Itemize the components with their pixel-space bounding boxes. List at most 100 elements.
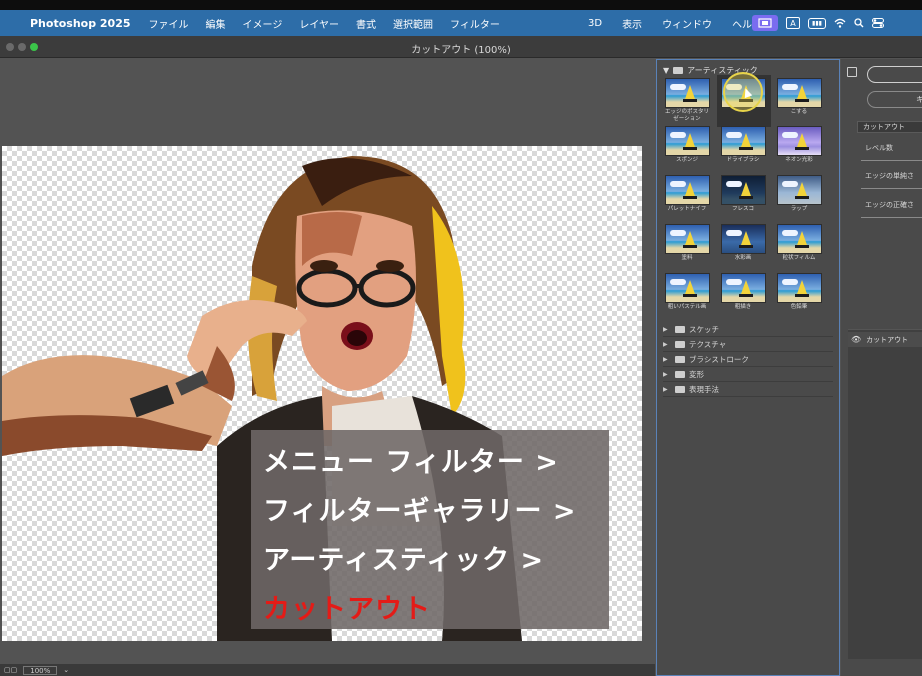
menu-select[interactable]: 選択範囲 xyxy=(393,16,433,31)
menu-type[interactable]: 書式 xyxy=(356,16,376,31)
filter-thumbnail-image[interactable] xyxy=(664,273,710,303)
thumb-hull xyxy=(682,245,697,248)
thumb-cloud xyxy=(725,132,742,138)
thumb-hull xyxy=(738,147,753,150)
thumb-sail xyxy=(796,182,807,196)
filter-thumbnail-image[interactable] xyxy=(720,273,766,303)
thumb-sail xyxy=(684,231,695,245)
filter-thumb-item[interactable]: パレットナイフ xyxy=(663,175,711,223)
filter-select[interactable]: カットアウト xyxy=(857,121,922,133)
search-icon[interactable] xyxy=(854,16,864,30)
input-a-icon[interactable]: A xyxy=(786,17,800,29)
edge-fidelity-slider[interactable] xyxy=(861,217,922,218)
photoshop-window: Photoshop 2025 ファイル 編集 イメージ レイヤー 書式 選択範囲… xyxy=(0,0,922,676)
menu-view[interactable]: 表示 xyxy=(622,16,642,31)
fit-icon[interactable]: ▢▢ xyxy=(4,666,17,674)
filter-thumb-label: 水彩画 xyxy=(734,255,752,261)
preview-area[interactable]: メニュー フィルター > フィルターギャラリー > アーティスティック > カッ… xyxy=(0,59,655,664)
filter-thumb-item[interactable]: ドライブラシ xyxy=(719,126,767,174)
folder-icon xyxy=(675,385,685,393)
thumb-cloud xyxy=(669,84,686,90)
filter-thumb-item[interactable]: フレスコ xyxy=(719,175,767,223)
filter-thumbnail-image[interactable] xyxy=(776,175,822,205)
top-strip xyxy=(0,0,922,10)
thumb-cloud xyxy=(725,230,742,236)
thumb-cloud xyxy=(781,84,798,90)
document-title-bar: カットアウト (100%) xyxy=(0,36,922,58)
filter-thumbnail-image[interactable] xyxy=(776,126,822,156)
menu-file[interactable]: ファイル xyxy=(149,16,189,31)
caption-line-1: メニュー フィルター > xyxy=(263,447,559,478)
category-texture[interactable]: ▶ テクスチャ xyxy=(663,337,833,352)
effect-layers-panel: 👁 カットアウト xyxy=(848,329,922,659)
thumb-sail xyxy=(796,85,807,99)
disclosure-closed-icon: ▶ xyxy=(663,340,668,348)
filter-thumb-label: 粗描き xyxy=(734,304,752,310)
filter-thumbnail-image[interactable] xyxy=(664,126,710,156)
eye-icon[interactable]: 👁 xyxy=(851,335,861,344)
filter-thumbnail-image[interactable] xyxy=(664,224,710,254)
filter-thumb-item[interactable]: エッジのポスタリゼーション xyxy=(663,78,711,126)
edge-simplicity-slider[interactable] xyxy=(861,188,922,189)
filter-thumb-label: ネオン光彩 xyxy=(785,157,813,163)
filter-thumbnail-image[interactable] xyxy=(720,126,766,156)
filter-thumb-item[interactable]: ネオン光彩 xyxy=(775,126,823,174)
filter-thumb-item[interactable]: スポンジ xyxy=(663,126,711,174)
tutorial-caption: メニュー フィルター > フィルターギャラリー > アーティスティック > カッ… xyxy=(251,430,609,629)
filter-thumbnail-image[interactable] xyxy=(664,78,710,108)
ok-button[interactable] xyxy=(867,66,922,83)
filter-thumb-item[interactable]: ラップ xyxy=(775,175,823,223)
menu-layer[interactable]: レイヤー xyxy=(299,16,339,31)
category-sketch[interactable]: ▶ スケッチ xyxy=(663,322,833,337)
thumb-cloud xyxy=(725,181,742,187)
collapse-panel-icon[interactable] xyxy=(847,67,857,77)
filter-thumbnail-image[interactable] xyxy=(720,224,766,254)
filter-thumbnail-image[interactable] xyxy=(664,175,710,205)
effect-layer-row[interactable]: 👁 カットアウト xyxy=(848,332,922,347)
control-center-icon[interactable] xyxy=(872,16,884,30)
filter-thumb-item[interactable]: 塗料 xyxy=(663,224,711,272)
filter-thumbnail-image[interactable] xyxy=(720,175,766,205)
category-brush-strokes[interactable]: ▶ ブラシストローク xyxy=(663,352,833,367)
category-stylize[interactable]: ▶ 表現手法 xyxy=(663,382,833,397)
filter-thumb-label: エッジのポスタリゼーション xyxy=(664,109,709,122)
screen-share-icon[interactable] xyxy=(752,15,778,31)
menu-edit[interactable]: 編集 xyxy=(206,16,226,31)
levels-slider[interactable] xyxy=(861,160,922,161)
battery-icon[interactable]: ▮▮▮ xyxy=(808,17,826,29)
wifi-icon[interactable] xyxy=(834,16,846,30)
thumb-sail xyxy=(684,133,695,147)
thumb-sail xyxy=(740,280,751,294)
thumb-sail xyxy=(796,280,807,294)
zoom-select[interactable]: 100% xyxy=(23,665,58,675)
filter-thumbnail-image[interactable] xyxy=(776,78,822,108)
menu-3d[interactable]: 3D xyxy=(588,18,602,29)
filter-thumb-item[interactable]: 粗いパステル画 xyxy=(663,273,711,321)
caption-line-3: アーティスティック > xyxy=(263,545,545,576)
disclosure-open-icon: ▼ xyxy=(663,66,670,75)
cancel-button[interactable]: キ xyxy=(867,91,922,108)
filter-thumb-item[interactable]: 色鉛筆 xyxy=(775,273,823,321)
menu-image[interactable]: イメージ xyxy=(243,16,283,31)
filter-thumb-item[interactable]: 粗描き xyxy=(719,273,767,321)
filter-thumb-item[interactable]: 粒状フィルム xyxy=(775,224,823,272)
thumb-sail xyxy=(684,85,695,99)
menu-filter[interactable]: フィルター xyxy=(450,16,500,31)
filter-thumb-label: 粒状フィルム xyxy=(782,255,816,261)
thumb-cloud xyxy=(781,279,798,285)
document-title: カットアウト (100%) xyxy=(411,45,511,56)
filter-thumbnail-image[interactable] xyxy=(776,273,822,303)
filter-thumbnail-image[interactable] xyxy=(776,224,822,254)
thumb-hull xyxy=(738,294,753,297)
app-name[interactable]: Photoshop 2025 xyxy=(30,17,131,30)
thumb-hull xyxy=(682,99,697,102)
filter-thumb-label: こする xyxy=(790,109,808,115)
menu-window[interactable]: ウィンドウ xyxy=(662,16,712,31)
filter-thumb-item[interactable]: こする xyxy=(775,78,823,126)
filter-thumb-item[interactable]: カットアウト xyxy=(717,72,771,127)
category-distort[interactable]: ▶ 変形 xyxy=(663,367,833,382)
filter-thumb-item[interactable]: 水彩画 xyxy=(719,224,767,272)
filter-thumb-label: パレットナイフ xyxy=(667,206,707,212)
chevron-down-icon[interactable]: ⌄ xyxy=(63,666,69,674)
thumb-cloud xyxy=(781,230,798,236)
